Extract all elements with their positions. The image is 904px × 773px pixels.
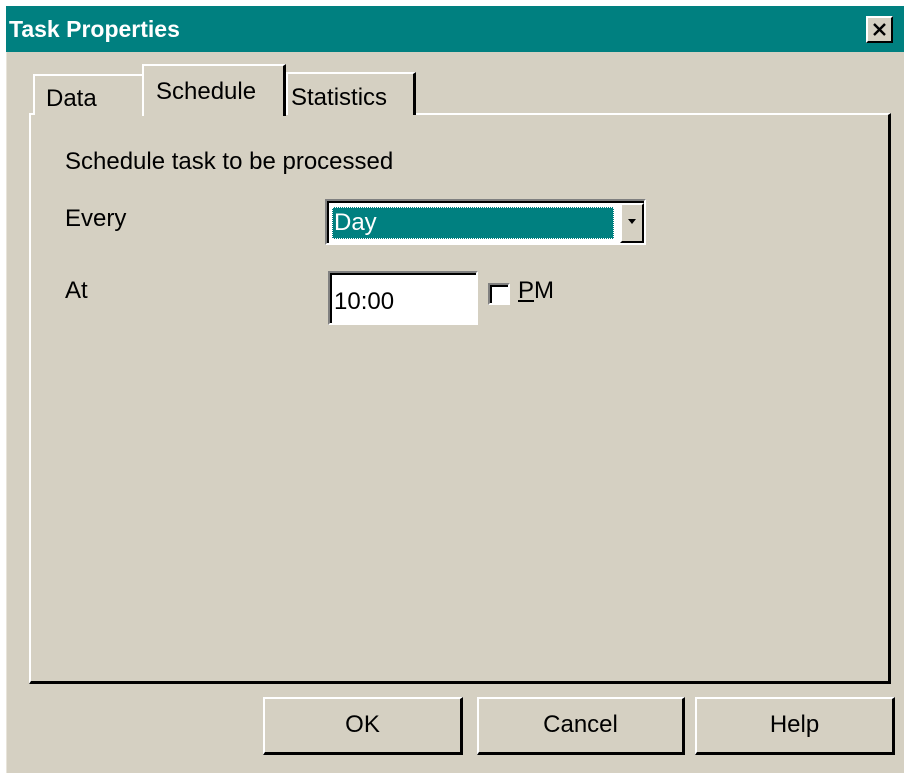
tab-schedule[interactable]: Schedule [142,64,286,116]
every-label: Every [65,205,127,232]
time-input-frame: 10:00 [330,273,476,323]
every-combobox-value: Day [332,207,614,239]
window-title: Task Properties [9,16,180,42]
tab-data[interactable]: Data [33,74,143,115]
pm-checkbox-frame [490,285,508,303]
tab-statistics[interactable]: Statistics [286,72,416,115]
pm-label-rest: M [534,277,555,304]
time-input[interactable]: 10:00 [328,271,478,325]
tab-statistics-label: Statistics [291,84,388,111]
help-button[interactable]: Help [695,697,895,755]
tab-schedule-label: Schedule [156,78,257,105]
tab-join [144,112,283,118]
ok-button[interactable]: OK [263,697,463,755]
close-button[interactable] [866,16,893,43]
task-properties-dialog: Task Properties Data Schedule Statistics… [6,6,904,773]
chevron-down-icon [628,219,636,224]
every-combobox[interactable]: Day [325,199,646,245]
close-icon [873,23,886,36]
time-input-value: 10:00 [334,288,395,315]
schedule-heading: Schedule task to be processed [65,148,394,175]
tab-data-label: Data [46,85,97,112]
pm-label-accelerator: P [518,277,535,304]
every-combobox-frame: Day [327,201,644,243]
title-bar: Task Properties [6,6,904,52]
pm-checkbox[interactable] [488,283,510,305]
pm-label[interactable]: PM [518,277,554,305]
every-dropdown-button[interactable] [620,203,644,243]
at-label: At [65,277,88,304]
cancel-button[interactable]: Cancel [477,697,685,755]
